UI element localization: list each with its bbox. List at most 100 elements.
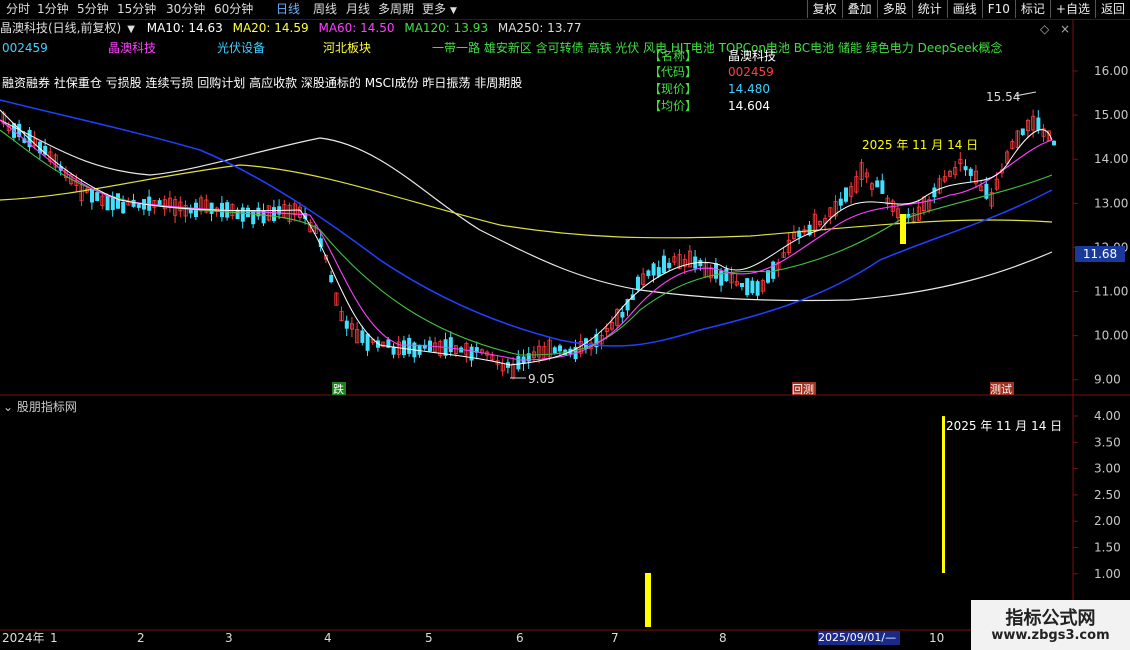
time-label-5: 5 — [425, 631, 433, 645]
candle-body — [558, 345, 563, 352]
sub-bar — [942, 416, 945, 573]
candle-body — [448, 337, 453, 353]
sub-tick-label: 2.50 — [1094, 488, 1121, 502]
sub-tick-label: 3.00 — [1094, 462, 1121, 476]
candle-body — [245, 207, 250, 218]
watermark-url: www.zbgs3.com — [991, 628, 1110, 643]
candle-body — [136, 204, 141, 208]
signal-marker — [900, 214, 906, 244]
sub-tick-label: 2.00 — [1094, 514, 1121, 528]
candle-body — [105, 195, 110, 211]
sub-axis-ticks: 4.00 3.50 3.00 2.50 2.00 1.50 1.00 — [1073, 409, 1121, 581]
candle-body — [875, 180, 880, 188]
price-tick-label: 16.00 — [1094, 64, 1128, 78]
candle-body — [360, 330, 365, 343]
signal-text-2: 回测 — [792, 383, 814, 396]
candle-body — [401, 340, 406, 356]
kline-chart[interactable]: 16.0015.0014.0013.0012.0011.0010.009.00 … — [0, 0, 1130, 650]
time-axis: 2024年 1 2 3 4 5 6 7 8 10 — [0, 631, 1130, 645]
price-tick-label: 9.00 — [1094, 373, 1121, 387]
ma60-line — [0, 129, 1053, 356]
candle-body — [880, 180, 885, 194]
candle-body — [771, 261, 776, 279]
candle-body — [157, 200, 162, 205]
sub-panel-name: 股朋指标网 — [16, 400, 77, 414]
signal-text-1: 跌 — [333, 383, 344, 396]
candle-body — [714, 263, 719, 279]
ma20-line — [0, 119, 1053, 361]
candle-body — [698, 260, 703, 267]
candle-body — [740, 282, 745, 287]
watermark: 指标公式网 www.zbgs3.com — [971, 600, 1130, 650]
sub-tick-label: 1.50 — [1094, 541, 1121, 555]
candle-body — [1052, 140, 1057, 146]
price-axis-ticks: 16.0015.0014.0013.0012.0011.0010.009.00 — [1073, 64, 1128, 387]
price-tick-label: 13.00 — [1094, 196, 1128, 210]
candle-body — [646, 270, 651, 276]
time-label-6: 6 — [516, 631, 524, 645]
candle-body — [209, 202, 214, 214]
sub-tick-label: 4.00 — [1094, 409, 1121, 423]
candle-body — [724, 268, 729, 282]
candle-body — [636, 276, 641, 290]
sub-date-annotation: 2025 年 11 月 14 日 — [946, 419, 1063, 433]
candle-body — [251, 210, 256, 225]
candle-body — [95, 192, 100, 201]
current-price-badge: 11.68 — [1075, 246, 1125, 262]
watermark-title: 指标公式网 — [1005, 608, 1096, 629]
candle-body — [838, 198, 843, 206]
sub-panel-title[interactable]: ⌄ 股朋指标网 — [3, 398, 77, 415]
candle-body — [116, 193, 121, 209]
candle-body — [745, 278, 750, 296]
candle-body — [844, 187, 849, 202]
candle-body — [755, 281, 760, 296]
sub-panel-toggle-icon[interactable]: ⌄ — [3, 400, 13, 414]
candle-body — [407, 337, 412, 354]
candle-body — [365, 333, 370, 351]
candle-body — [261, 210, 266, 224]
sub-indicator-bars — [645, 416, 945, 627]
candle-body — [131, 199, 136, 207]
time-label-3: 3 — [225, 631, 233, 645]
candle-body — [271, 207, 276, 222]
time-label-10: 10 — [929, 631, 945, 645]
candle-body — [344, 320, 349, 329]
sub-tick-label: 3.50 — [1094, 435, 1121, 449]
price-tick-label: 15.00 — [1094, 108, 1128, 122]
time-label-2024: 2024年 — [2, 631, 45, 645]
low-label: 9.05 — [528, 372, 555, 386]
time-label-7: 7 — [611, 631, 619, 645]
time-label-4: 4 — [324, 631, 332, 645]
candle-body — [1020, 128, 1025, 135]
candle-body — [121, 201, 126, 214]
price-tick-label: 14.00 — [1094, 152, 1128, 166]
time-label-1: 1 — [50, 631, 58, 645]
candle-body — [391, 346, 396, 355]
sub-tick-label: 1.00 — [1094, 567, 1121, 581]
candle-body — [90, 189, 95, 203]
candle-body — [417, 344, 422, 355]
candle-body — [552, 347, 557, 354]
candle-body — [963, 166, 968, 171]
candle-body — [1036, 117, 1041, 131]
candle-body — [667, 262, 672, 269]
high-label: 15.54 — [986, 90, 1021, 104]
candle-body — [620, 312, 625, 318]
candle-body — [662, 255, 667, 274]
candle-body — [651, 263, 656, 276]
signal-text-3: 测试 — [990, 383, 1012, 396]
candle-body — [329, 274, 334, 283]
time-label-2: 2 — [137, 631, 145, 645]
candle-body — [516, 356, 521, 370]
candle-body — [240, 207, 245, 222]
candle-body — [932, 187, 937, 198]
cursor-date-box: 2025/09/01/— — [818, 631, 900, 645]
price-tick-label: 11.00 — [1094, 285, 1128, 299]
sub-bar — [645, 573, 651, 627]
candle-body — [968, 168, 973, 176]
candle-body — [110, 196, 115, 211]
candle-body — [656, 267, 661, 277]
time-label-8: 8 — [719, 631, 727, 645]
price-tick-label: 10.00 — [1094, 329, 1128, 343]
candle-body — [750, 280, 755, 294]
